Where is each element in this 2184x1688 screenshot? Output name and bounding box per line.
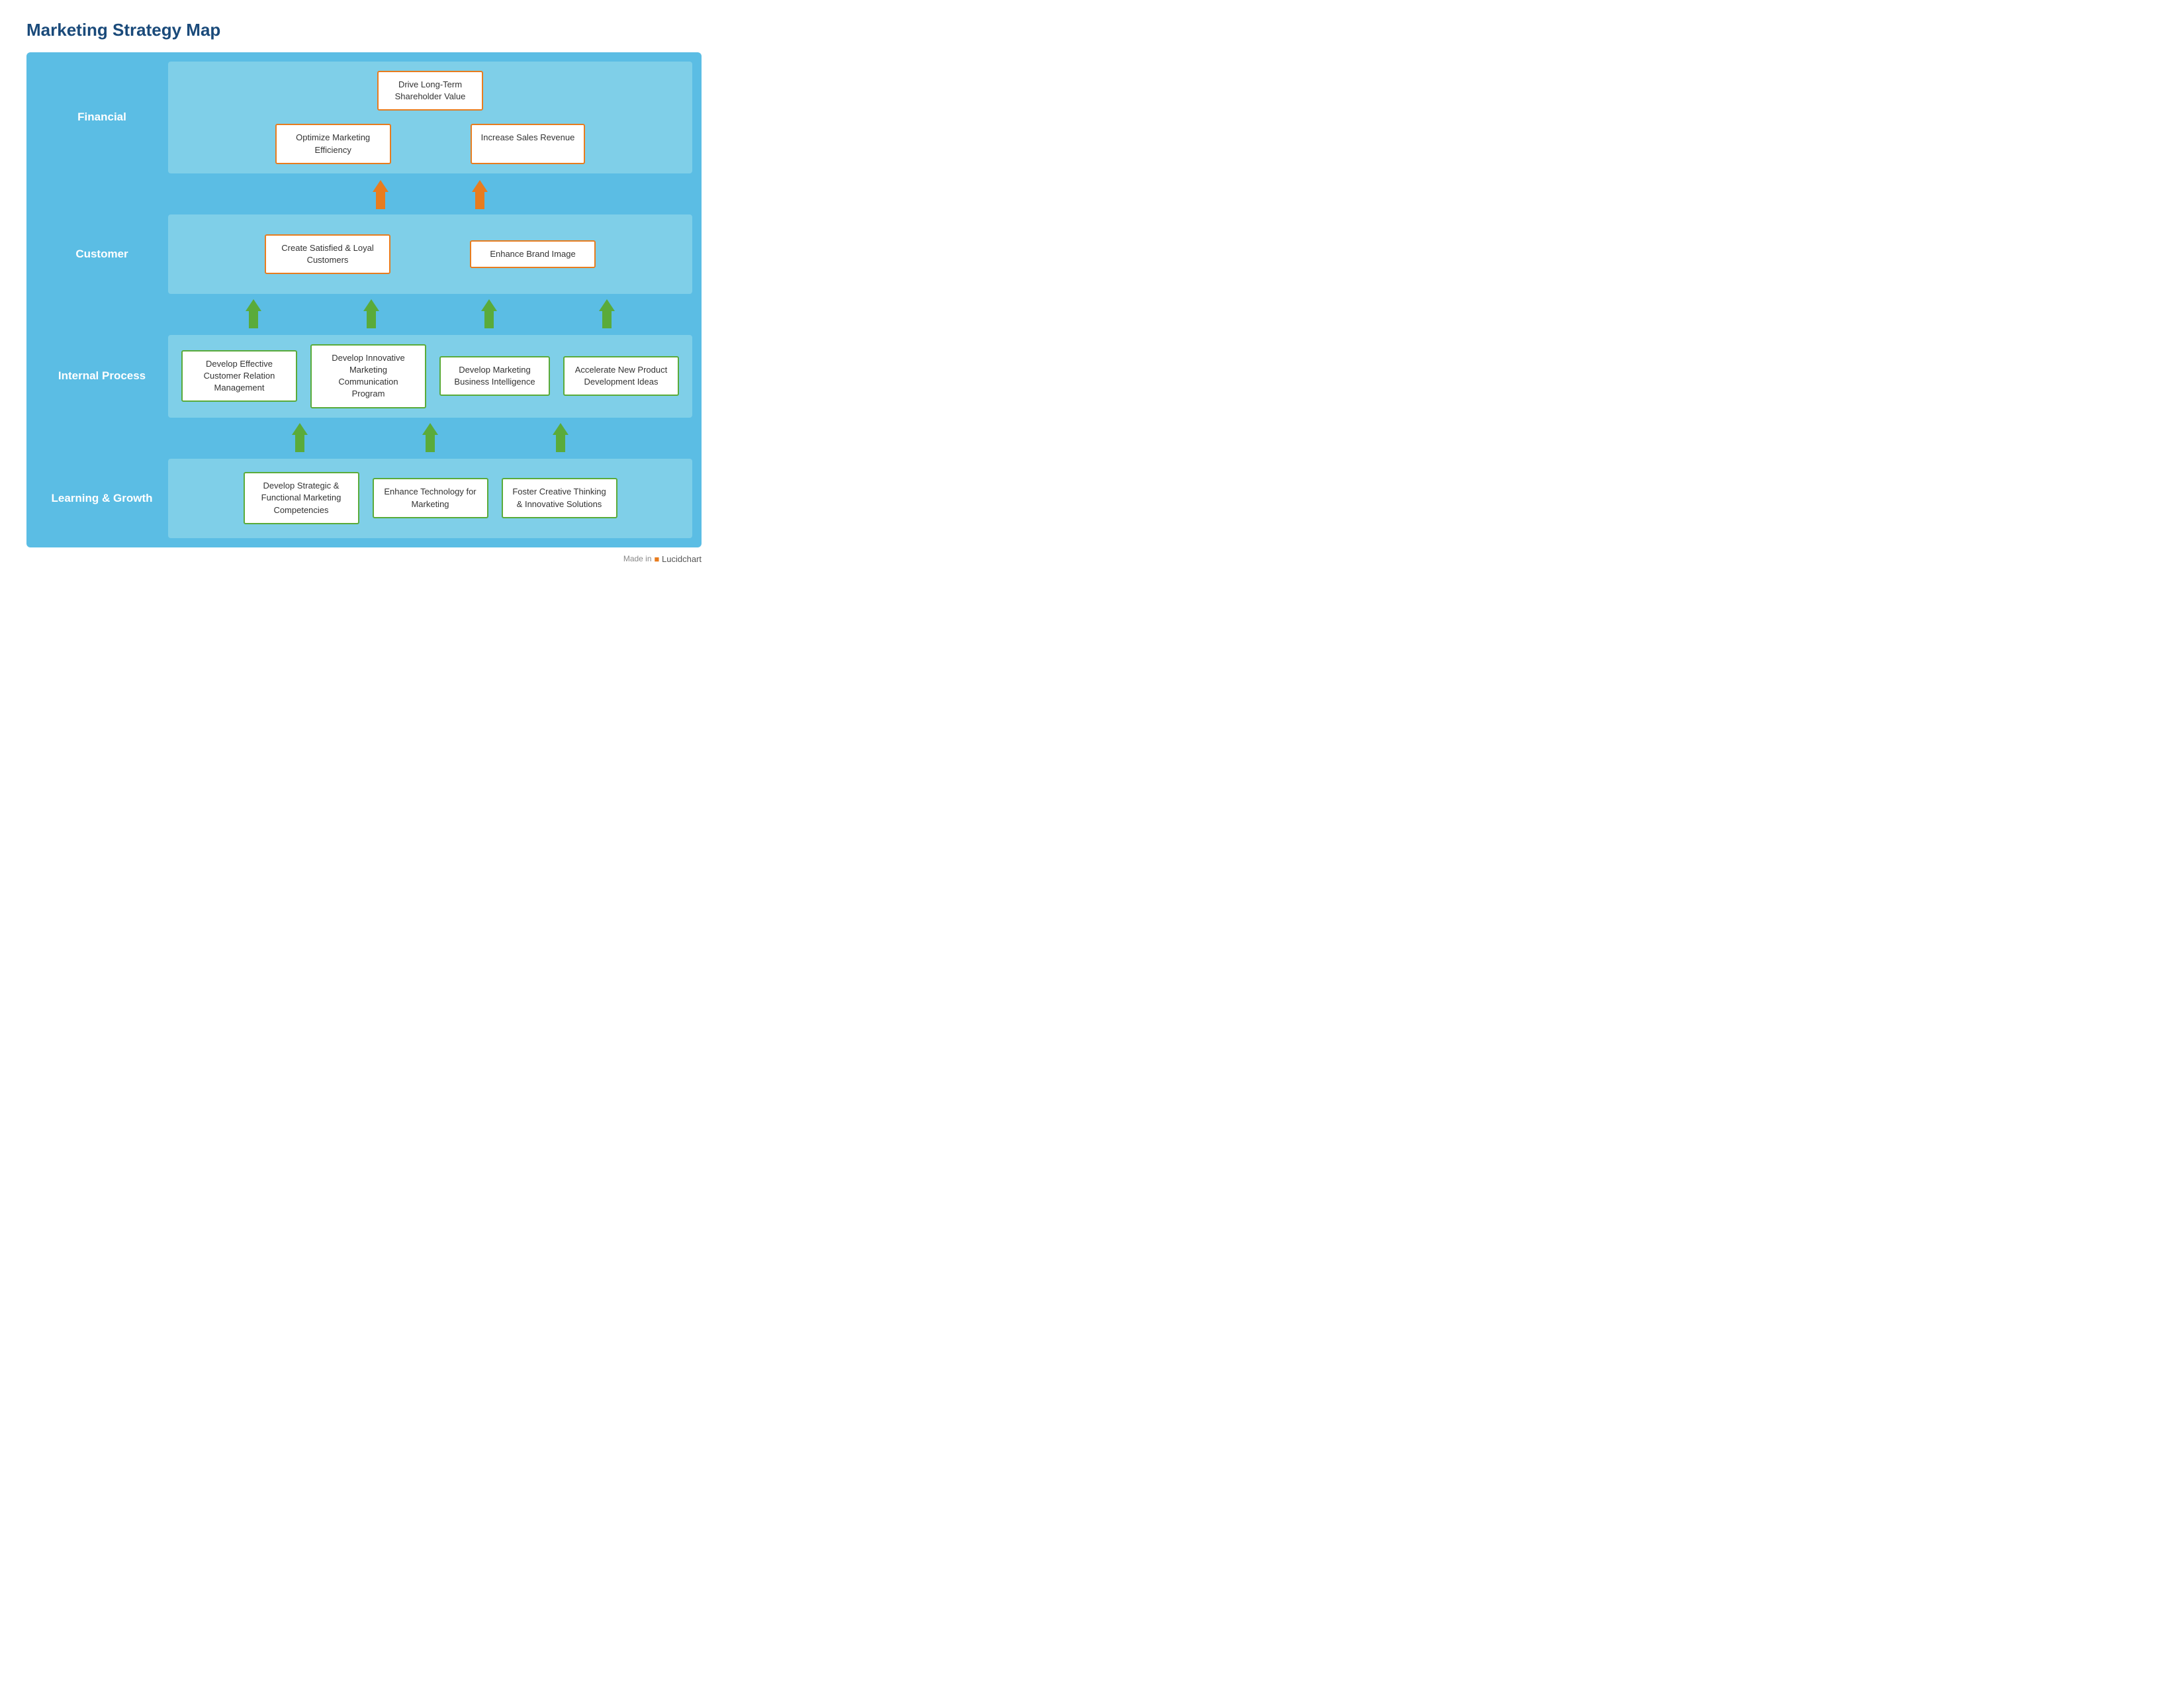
internal-nodes-row: Develop Effective Customer Relation Mana… [181,344,679,408]
arrow-orange-2 [470,180,490,209]
node-crm[interactable]: Develop Effective Customer Relation Mana… [181,350,297,402]
row-content-financial: Drive Long-TermShareholder Value Optimiz… [168,62,692,173]
arrow-green-3 [479,299,499,328]
arrow-green-4 [597,299,617,328]
top-node-wrapper: Drive Long-TermShareholder Value [377,71,483,111]
node-drive-shareholder[interactable]: Drive Long-TermShareholder Value [377,71,483,111]
arrow-green-2 [361,299,381,328]
financial-nodes-row: Optimize Marketing Efficiency Increase S… [181,124,679,164]
node-comm-program[interactable]: Develop Innovative Marketing Communicati… [310,344,426,408]
page-title: Marketing Strategy Map [26,20,702,40]
row-label-financial: Financial [36,62,168,173]
arrow-orange-1 [371,180,390,209]
row-label-customer: Customer [36,214,168,294]
lucidchart-brand: ■ Lucidchart [655,554,702,564]
row-customer: Customer Create Satisfied & Loyal Custom… [36,214,692,294]
learning-nodes-row: Develop Strategic & Functional Marketing… [181,472,679,524]
node-bi[interactable]: Develop Marketing Business Intelligence [439,356,550,396]
node-creative-thinking[interactable]: Foster Creative Thinking & Innovative So… [502,478,617,518]
node-optimize-marketing[interactable]: Optimize Marketing Efficiency [275,124,391,164]
node-increase-sales[interactable]: Increase Sales Revenue [471,124,586,164]
row-financial: Financial Drive Long-TermShareholder Val… [36,62,692,173]
node-product-dev[interactable]: Accelerate New Product Development Ideas [563,356,679,396]
row-label-internal: Internal Process [36,335,168,418]
row-content-learning: Develop Strategic & Functional Marketing… [168,459,692,538]
row-learning: Learning & Growth Develop Strategic & Fu… [36,459,692,538]
arrow-green-6 [420,423,440,452]
customer-nodes-row: Create Satisfied & Loyal Customers Enhan… [181,234,679,274]
watermark: Made in ■ Lucidchart [26,554,702,564]
row-content-customer: Create Satisfied & Loyal Customers Enhan… [168,214,692,294]
node-competencies[interactable]: Develop Strategic & Functional Marketing… [244,472,359,524]
node-satisfied-customers[interactable]: Create Satisfied & Loyal Customers [265,234,390,274]
row-content-internal: Develop Effective Customer Relation Mana… [168,335,692,418]
node-tech-marketing[interactable]: Enhance Technology for Marketing [373,478,488,518]
made-in-label: Made in [623,554,652,563]
diagram: Financial Drive Long-TermShareholder Val… [26,52,702,547]
arrow-green-1 [244,299,263,328]
node-brand-image[interactable]: Enhance Brand Image [470,240,596,268]
arrow-green-5 [290,423,310,452]
row-label-learning: Learning & Growth [36,459,168,538]
arrow-green-7 [551,423,570,452]
row-internal: Internal Process Develop Effective Custo… [36,335,692,418]
